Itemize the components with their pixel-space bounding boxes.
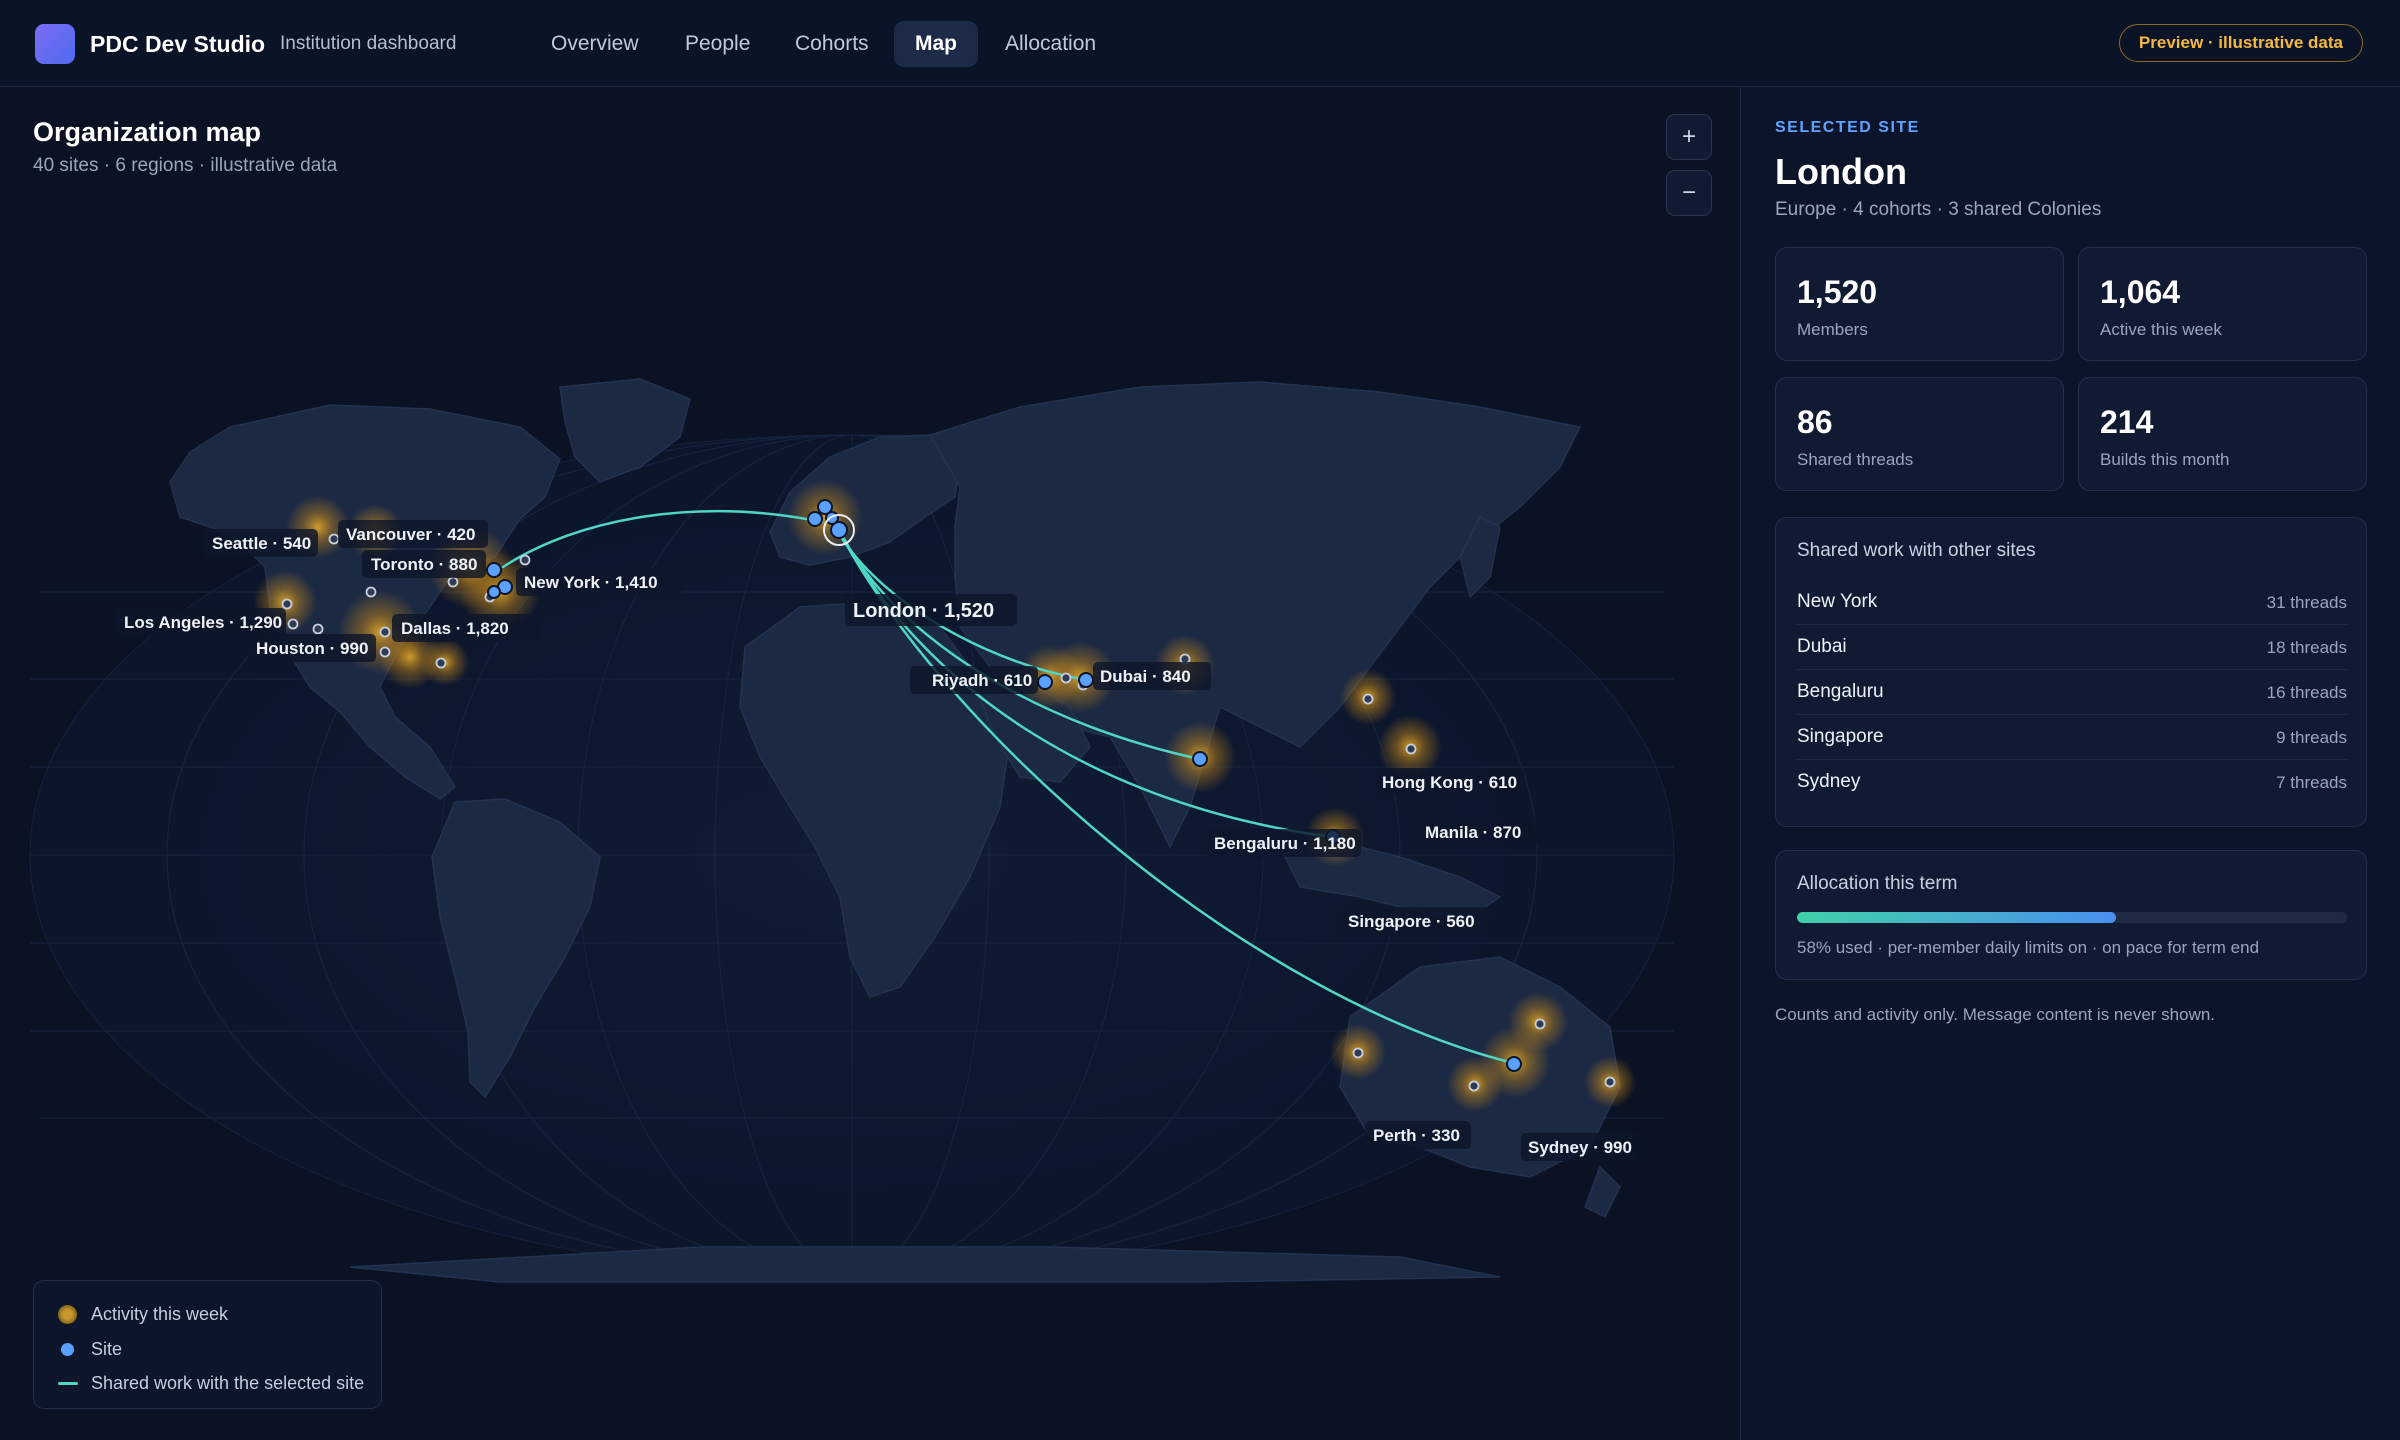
label-toronto: Toronto · 880 bbox=[371, 555, 477, 574]
institution-context-label: Institution dashboard bbox=[280, 33, 457, 54]
shared-site-name: Sydney bbox=[1797, 771, 1861, 792]
map-subtitle: 40 sites · 6 regions · illustrative data bbox=[33, 155, 338, 176]
stat-shared-threads: 86 Shared threads bbox=[1775, 377, 2064, 491]
tab-allocation[interactable]: Allocation bbox=[984, 21, 1117, 67]
list-item[interactable]: Singapore 9 threads bbox=[1797, 715, 2347, 760]
label-riyadh: Riyadh · 610 bbox=[932, 671, 1032, 690]
shared-site-name: New York bbox=[1797, 591, 1878, 612]
selected-site-name: London bbox=[1775, 151, 1907, 192]
label-vancouver: Vancouver · 420 bbox=[346, 525, 475, 544]
top-navigation-bar: PDC Dev Studio Institution dashboard Ove… bbox=[0, 0, 2400, 87]
label-houston: Houston · 990 bbox=[256, 639, 368, 658]
map-title: Organization map bbox=[33, 117, 262, 147]
stat-label: Builds this month bbox=[2100, 450, 2230, 469]
selected-site-eyebrow: SELECTED SITE bbox=[1775, 119, 1920, 136]
shared-site-name: Singapore bbox=[1797, 726, 1884, 747]
allocation-summary: 58% used · per-member daily limits on · … bbox=[1797, 938, 2260, 957]
site-sydney bbox=[1506, 1056, 1522, 1072]
legend-site-label: Site bbox=[91, 1338, 123, 1359]
label-new-york: New York · 1,410 bbox=[524, 573, 658, 592]
label-sydney: Sydney · 990 bbox=[1528, 1138, 1632, 1157]
label-hong-kong: Hong Kong · 610 bbox=[1382, 773, 1517, 792]
site-riyadh bbox=[1037, 674, 1053, 690]
shared-thread-count: 18 threads bbox=[2266, 638, 2347, 657]
preview-badge: Preview · illustrative data bbox=[2118, 24, 2363, 62]
shared-thread-count: 31 threads bbox=[2266, 593, 2347, 612]
map-panel: Seattle · 540 Vancouver · 420 Toronto · … bbox=[0, 87, 1740, 1440]
allocation-progress-bar bbox=[1797, 912, 2347, 923]
list-item[interactable]: Bengaluru 16 threads bbox=[1797, 670, 2347, 715]
allocation-title: Allocation this term bbox=[1797, 873, 1958, 894]
stat-value: 1,520 bbox=[1797, 274, 1878, 310]
site-bengaluru bbox=[1192, 751, 1208, 767]
label-perth: Perth · 330 bbox=[1373, 1126, 1460, 1145]
legend-link-label: Shared work with the selected site bbox=[91, 1372, 365, 1393]
stat-label: Members bbox=[1797, 320, 1868, 339]
privacy-footnote: Counts and activity only. Message conten… bbox=[1775, 1005, 2216, 1024]
selected-site-panel: SELECTED SITE London Europe · 4 cohorts … bbox=[1740, 87, 2400, 1440]
landmass-new-zealand bbox=[1584, 1165, 1621, 1219]
label-los-angeles: Los Angeles · 1,290 bbox=[124, 613, 282, 632]
app-logo-icon[interactable] bbox=[35, 24, 75, 64]
list-item[interactable]: Sydney 7 threads bbox=[1797, 760, 2347, 805]
stat-value: 1,064 bbox=[2100, 274, 2181, 310]
world-map[interactable]: Seattle · 540 Vancouver · 420 Toronto · … bbox=[0, 87, 1740, 1440]
legend-activity-label: Activity this week bbox=[91, 1303, 229, 1324]
app-name: PDC Dev Studio bbox=[90, 31, 266, 57]
label-dallas: Dallas · 1,820 bbox=[401, 619, 509, 638]
tab-overview[interactable]: Overview bbox=[530, 21, 660, 67]
label-manila: Manila · 870 bbox=[1425, 823, 1521, 842]
tab-map[interactable]: Map bbox=[894, 21, 978, 67]
shared-work-title: Shared work with other sites bbox=[1797, 540, 2036, 561]
selected-site-meta: Europe · 4 cohorts · 3 shared Colonies bbox=[1775, 199, 2102, 220]
shared-thread-count: 16 threads bbox=[2266, 683, 2347, 702]
shared-site-name: Bengaluru bbox=[1797, 681, 1884, 702]
allocation-progress-fill bbox=[1797, 912, 2116, 923]
shared-link-line-icon bbox=[58, 1381, 78, 1385]
label-dubai: Dubai · 840 bbox=[1100, 667, 1191, 686]
label-singapore: Singapore · 560 bbox=[1348, 912, 1475, 931]
label-london: London · 1,520 bbox=[853, 600, 994, 622]
shared-thread-count: 7 threads bbox=[2276, 773, 2347, 792]
site-toronto bbox=[486, 562, 502, 578]
stat-members: 1,520 Members bbox=[1775, 247, 2064, 361]
tab-people[interactable]: People bbox=[664, 21, 771, 67]
zoom-in-button[interactable]: + bbox=[1666, 114, 1712, 160]
list-item[interactable]: Dubai 18 threads bbox=[1797, 625, 2347, 670]
stat-label: Shared threads bbox=[1797, 450, 1914, 469]
list-item[interactable]: New York 31 threads bbox=[1797, 580, 2347, 625]
zoom-out-button[interactable]: − bbox=[1666, 170, 1712, 216]
activity-glow-icon bbox=[58, 1304, 77, 1324]
stat-builds-this-month: 214 Builds this month bbox=[2078, 377, 2367, 491]
shared-work-card: Shared work with other sites New York 31… bbox=[1775, 517, 2367, 827]
stat-value: 214 bbox=[2100, 404, 2154, 440]
shared-site-name: Dubai bbox=[1797, 636, 1847, 657]
label-seattle: Seattle · 540 bbox=[212, 534, 311, 553]
site-dubai bbox=[1078, 672, 1094, 688]
landmass-antarctica bbox=[349, 1246, 1501, 1283]
stat-active-this-week: 1,064 Active this week bbox=[2078, 247, 2367, 361]
tab-cohorts[interactable]: Cohorts bbox=[774, 21, 890, 67]
stat-value: 86 bbox=[1797, 404, 1833, 440]
map-legend: Activity this week Site Shared work with… bbox=[33, 1280, 382, 1409]
label-bengaluru: Bengaluru · 1,180 bbox=[1214, 834, 1356, 853]
shared-thread-count: 9 threads bbox=[2276, 728, 2347, 747]
allocation-card: Allocation this term 58% used · per-memb… bbox=[1775, 850, 2367, 980]
site-dot-icon bbox=[61, 1342, 74, 1356]
stat-label: Active this week bbox=[2100, 320, 2222, 339]
